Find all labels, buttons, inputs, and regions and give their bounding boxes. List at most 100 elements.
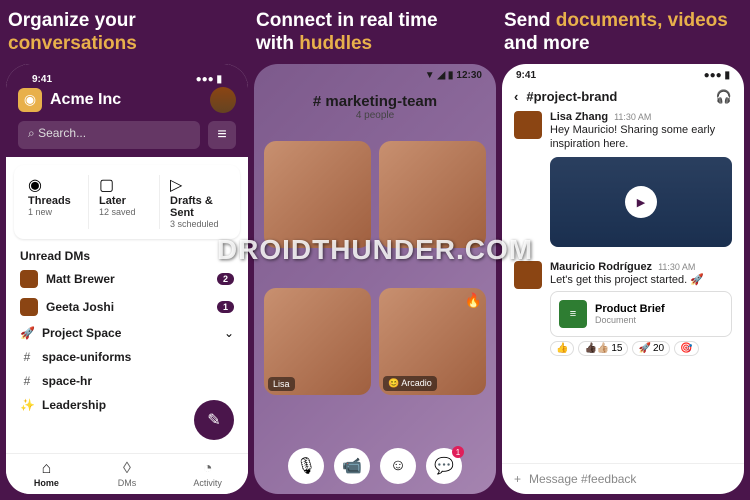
reaction[interactable]: 👍 [550,341,574,356]
participant-tile[interactable]: Lisa [264,288,371,395]
dm-row[interactable]: Geeta Joshi 1 [6,293,248,321]
tab-activity[interactable]: ◔Activity [167,460,248,488]
search-input[interactable]: ⌕ Search... [18,121,200,149]
status-bar: 9:41 ●●● ▮ [18,68,236,87]
notification-badge: 1 [452,446,464,458]
workspace-logo[interactable]: ◉ [18,88,42,112]
activity-icon: ◔ [167,460,248,478]
panel-documents: Send documents, videos and more 9:41 ●●●… [502,6,744,494]
panel-huddles: Connect in real time with huddles ▼ ◢ ▮ … [254,6,496,494]
workspace-name[interactable]: Acme Inc [50,91,202,109]
mic-button[interactable]: 🎙 [288,448,324,484]
huddle-header: # marketing-team 4 people [254,83,496,131]
channel-header: ‹ #project-brand 🎧 [502,83,744,111]
tab-dms[interactable]: ◊DMs [87,460,168,488]
composer-placeholder: Message #feedback [529,472,636,486]
mic-icon: 🎙 [296,456,316,476]
reaction[interactable]: 🚀20 [632,341,670,356]
participant-tile[interactable] [264,141,371,248]
unread-badge: 1 [217,301,234,313]
hash-icon: # [20,374,34,388]
video-attachment[interactable]: ▶ [550,157,732,247]
drafts-card[interactable]: ▷ Drafts & Sent3 scheduled [166,175,230,229]
chat-icon: 💬 [434,456,454,476]
message-time: 11:30 AM [658,262,695,272]
signal-icons: ●●● ▮ [704,70,730,81]
plus-icon[interactable]: + [514,472,521,486]
later-card[interactable]: ▢ Later12 saved [95,175,160,229]
status-bar: 9:41 ●●● ▮ [502,64,744,83]
message-composer[interactable]: + Message #feedback [502,463,744,494]
bookmark-icon: ▢ [99,175,155,195]
channel-row[interactable]: # space-uniforms [6,345,248,369]
huddle-grid: Lisa 🔥😊 Arcadio [254,131,496,438]
headline: Send documents, videos and more [502,6,744,64]
headline: Connect in real time with huddles [254,6,496,64]
bottom-tabs: ⌂Home ◊DMs ◔Activity [6,453,248,494]
sparkle-icon: ✨ [20,398,34,412]
video-button[interactable]: 📹 [334,448,370,484]
dm-row[interactable]: Matt Brewer 2 [6,265,248,293]
section-unread-dms: Unread DMs [6,247,248,265]
headphones-icon[interactable]: 🎧 [716,89,732,105]
signal-icons: ▼ ◢ ▮ [425,70,454,81]
video-icon: 📹 [342,456,362,476]
search-icon: ⌕ [28,126,38,140]
message-text: Let's get this project started. 🚀 [550,273,732,287]
phone-mockup-2: ▼ ◢ ▮ 12:30 # marketing-team 4 people Li… [254,64,496,494]
participant-tile[interactable]: 🔥😊 Arcadio [379,288,486,395]
back-button[interactable]: ‹ [514,89,518,104]
document-icon: ≡ [559,300,587,328]
signal-icons: ●●● ▮ [196,74,222,85]
dm-avatar [20,298,38,316]
emoji-button[interactable]: ☺ [380,448,416,484]
dm-icon: ◊ [87,460,168,478]
headline: Organize your conversations [6,6,248,64]
threads-icon: ◉ [28,175,84,195]
clock: 9:41 [516,70,536,81]
clock: 12:30 [456,70,482,81]
phone-mockup-3: 9:41 ●●● ▮ ‹ #project-brand 🎧 Lisa Zhang… [502,64,744,494]
chevron-down-icon: ⌄ [224,326,234,340]
phone-mockup-1: 9:41 ●●● ▮ ◉ Acme Inc ⌕ Search... ≡ ◉ Th… [6,64,248,494]
space-row[interactable]: 🚀 Project Space ⌄ [6,321,248,345]
huddle-channel: # marketing-team [264,93,486,110]
message-time: 11:30 AM [614,112,651,122]
reaction[interactable]: 👍🏿👍🏼15 [578,341,628,356]
message-avatar[interactable] [514,111,542,139]
message: Mauricio Rodríguez 11:30 AM Let's get thi… [514,261,732,356]
quick-access-card: ◉ Threads1 new ▢ Later12 saved ▷ Drafts … [14,165,240,239]
channel-name[interactable]: #project-brand [526,89,707,104]
filter-button[interactable]: ≡ [208,121,236,149]
reactions: 👍 👍🏿👍🏼15 🚀20 🎯 [550,341,732,356]
panel-conversations: Organize your conversations 9:41 ●●● ▮ ◉… [6,6,248,494]
huddle-people: 4 people [264,110,486,121]
message-list: Lisa Zhang 11:30 AM Hey Mauricio! Sharing… [502,111,744,463]
smile-icon: ☺ [390,457,406,475]
status-bar: ▼ ◢ ▮ 12:30 [254,64,496,83]
sender-name[interactable]: Mauricio Rodríguez [550,261,652,273]
send-icon: ▷ [170,175,226,195]
play-icon: ▶ [637,196,645,209]
user-avatar[interactable] [210,87,236,113]
message-text: Hey Mauricio! Sharing some early inspira… [550,123,732,152]
play-button[interactable]: ▶ [625,186,657,218]
message: Lisa Zhang 11:30 AM Hey Mauricio! Sharing… [514,111,732,254]
clock: 9:41 [32,74,52,85]
participant-tile[interactable] [379,141,486,248]
hash-icon: # [20,350,34,364]
tab-home[interactable]: ⌂Home [6,460,87,488]
sender-name[interactable]: Lisa Zhang [550,111,608,123]
rocket-icon: 🚀 [20,326,34,340]
threads-card[interactable]: ◉ Threads1 new [24,175,89,229]
file-attachment[interactable]: ≡ Product BriefDocument [550,291,732,337]
chat-button[interactable]: 💬1 [426,448,462,484]
reaction[interactable]: 🎯 [674,341,698,356]
channel-row[interactable]: # space-hr [6,369,248,393]
compose-icon: ✎ [207,410,220,430]
unread-badge: 2 [217,273,234,285]
compose-fab[interactable]: ✎ [194,400,234,440]
home-icon: ⌂ [6,460,87,478]
reaction-icon: 😊 [388,378,399,388]
message-avatar[interactable] [514,261,542,289]
